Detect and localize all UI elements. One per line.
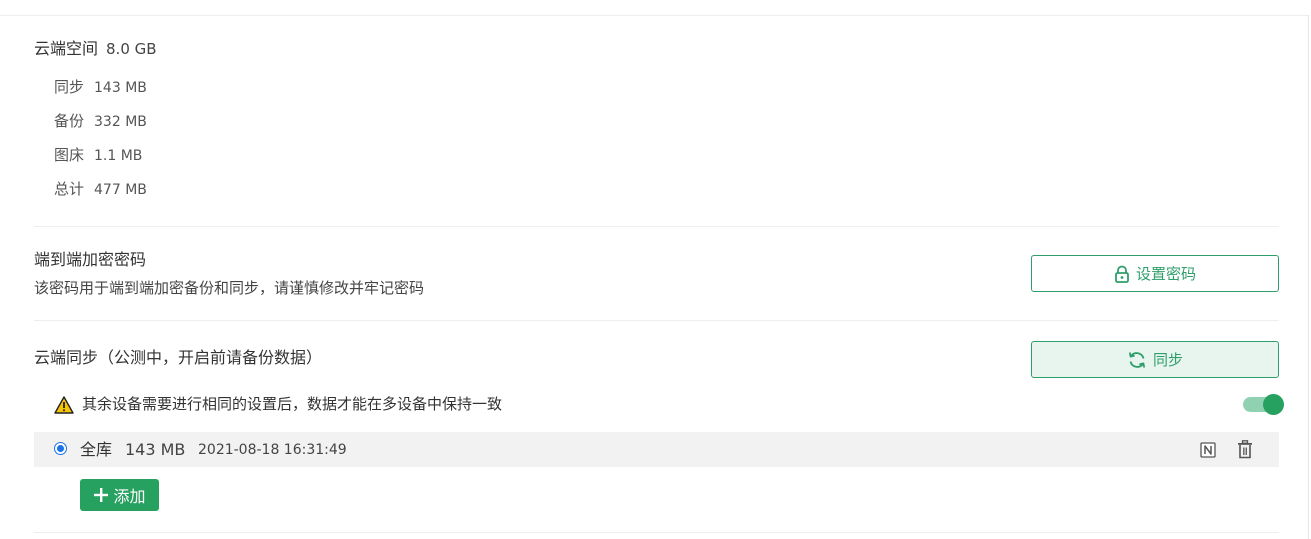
library-size: 143 MB	[125, 440, 186, 459]
set-password-button[interactable]: 设置密码	[1031, 255, 1279, 292]
storage-row-label: 总计	[54, 180, 85, 198]
sync-library-row: 全库 143 MB 2021-08-18 16:31:49	[34, 432, 1279, 467]
cloud-storage-title: 云端空间 8.0 GB	[34, 38, 157, 60]
storage-row-image-host: 图床 1.1 MB	[54, 145, 142, 166]
section-divider	[34, 226, 1279, 227]
storage-row-label: 图床	[54, 146, 85, 164]
e2e-password-description: 该密码用于端到端加密备份和同步，请谨慎修改并牢记密码	[34, 279, 425, 297]
add-library-button[interactable]: 添加	[80, 479, 159, 511]
storage-row-value: 332 MB	[94, 114, 147, 130]
storage-row-value: 477 MB	[94, 182, 147, 198]
e2e-password-title: 端到端加密密码	[34, 250, 147, 269]
add-button-label: 添加	[113, 487, 146, 506]
right-scroll-edge	[1308, 15, 1309, 539]
lock-icon	[1114, 265, 1130, 283]
storage-row-value: 143 MB	[94, 80, 147, 96]
cloud-storage-label: 云端空间	[34, 39, 99, 58]
storage-row-total: 总计 477 MB	[54, 179, 147, 200]
storage-row-backup: 备份 332 MB	[54, 111, 147, 132]
cloud-sync-title: 云端同步（公测中，开启前请备份数据）	[34, 348, 323, 367]
refresh-icon	[1127, 350, 1147, 370]
notion-icon[interactable]	[1198, 440, 1218, 460]
library-name: 全库	[80, 440, 113, 459]
storage-row-label: 备份	[54, 112, 85, 130]
storage-row-label: 同步	[54, 78, 85, 96]
library-timestamp: 2021-08-18 16:31:49	[198, 442, 347, 458]
section-divider	[34, 320, 1279, 321]
sync-button[interactable]: 同步	[1031, 341, 1279, 378]
cloud-storage-capacity: 8.0 GB	[106, 40, 157, 58]
trash-icon[interactable]	[1235, 439, 1255, 459]
section-divider	[34, 532, 1279, 533]
sync-warning-text: 其余设备需要进行相同的设置后，数据才能在多设备中保持一致	[82, 395, 503, 413]
warning-icon	[54, 395, 74, 414]
plus-icon	[93, 487, 109, 503]
settings-page: 云端空间 8.0 GB 同步 143 MB 备份 332 MB 图床 1.1 MB 总计…	[0, 0, 1311, 539]
storage-row-sync: 同步 143 MB	[54, 77, 147, 98]
cloud-sync-toggle[interactable]	[1243, 393, 1285, 415]
sync-warning: 其余设备需要进行相同的设置后，数据才能在多设备中保持一致	[54, 394, 502, 415]
toggle-knob	[1263, 394, 1284, 415]
sync-button-label: 同步	[1152, 351, 1183, 369]
library-radio[interactable]	[54, 442, 67, 455]
top-divider	[0, 15, 1308, 16]
storage-row-value: 1.1 MB	[94, 148, 143, 164]
set-password-label: 设置密码	[1135, 265, 1196, 283]
